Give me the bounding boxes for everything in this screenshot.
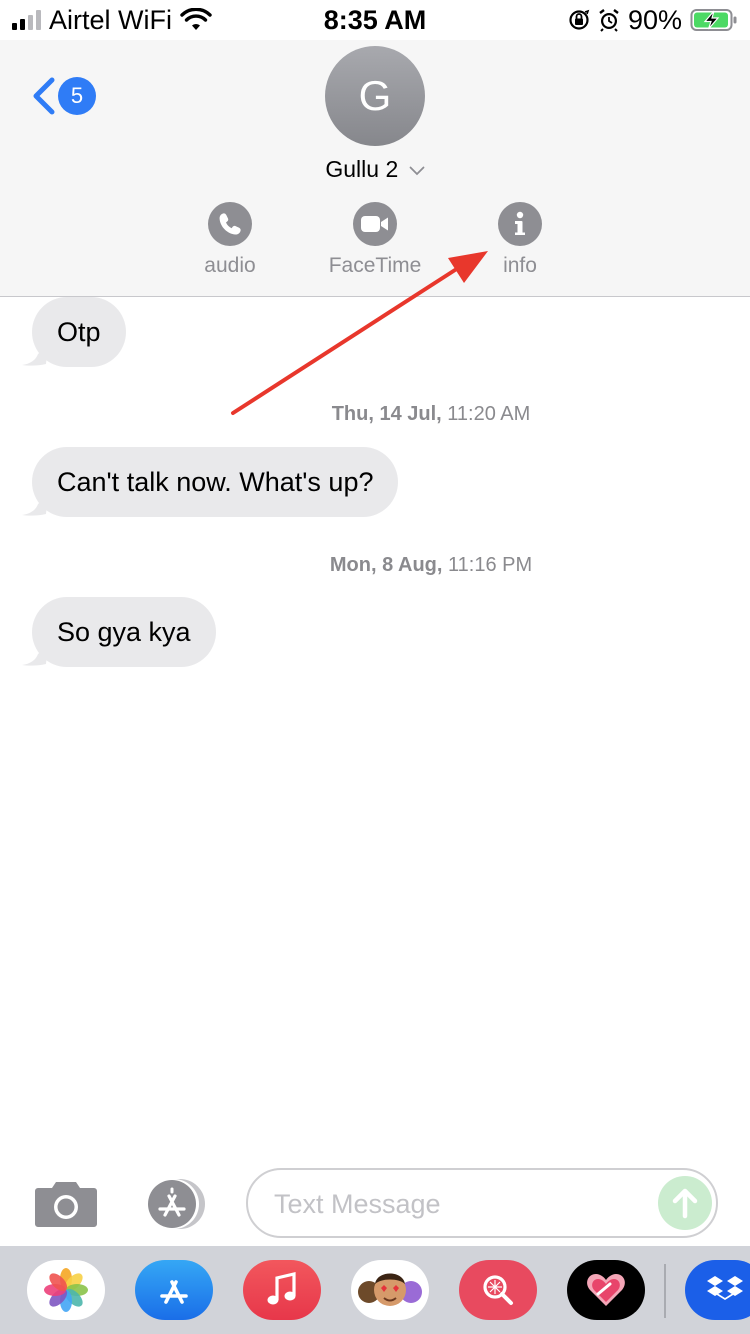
message-timestamp: Thu, 14 Jul, 11:20 AM — [0, 403, 750, 426]
message-bubble[interactable]: Can't talk now. What's up? — [32, 447, 399, 517]
audio-label: audio — [204, 254, 256, 277]
imessage-app-drawer — [0, 1246, 750, 1334]
battery-percentage: 90% — [627, 4, 682, 35]
timestamp-time: 11:16 PM — [448, 554, 533, 576]
audio-call-button[interactable]: audio — [175, 202, 285, 278]
message-text: So gya kya — [57, 616, 191, 647]
message-bubble[interactable]: Otp — [32, 297, 126, 367]
heart-sticker-app-icon[interactable] — [567, 1260, 645, 1320]
message-text: Otp — [57, 316, 101, 347]
message-bubble[interactable]: So gya kya — [32, 597, 216, 667]
app-store-app-icon[interactable] — [135, 1260, 213, 1320]
app-store-icon[interactable] — [140, 1178, 212, 1230]
info-icon — [515, 211, 525, 235]
back-button[interactable]: 5 — [30, 76, 96, 116]
phone-icon — [219, 213, 241, 235]
avatar-initial: G — [358, 72, 392, 119]
chevron-left-icon — [33, 77, 55, 115]
drawer-divider — [664, 1264, 666, 1318]
contact-name-button[interactable]: Gullu 2 — [0, 156, 750, 183]
alarm-icon — [599, 9, 619, 32]
facetime-button[interactable]: FaceTime — [320, 202, 430, 278]
music-app-icon[interactable] — [243, 1260, 321, 1320]
message-input-field[interactable] — [246, 1168, 718, 1238]
conversation-header: 5 G Gullu 2 audio FaceTime info — [0, 40, 750, 297]
timestamp-day: Mon, 8 Aug, — [329, 554, 443, 576]
message-text: Can't talk now. What's up? — [57, 466, 374, 497]
message-timestamp: Mon, 8 Aug, 11:16 PM — [0, 554, 750, 577]
info-button[interactable]: info — [465, 202, 575, 278]
camera-icon[interactable] — [34, 1180, 98, 1228]
facetime-label: FaceTime — [328, 254, 422, 277]
memoji-app-icon[interactable] — [351, 1260, 429, 1320]
contact-name: Gullu 2 — [325, 156, 399, 182]
timestamp-day: Thu, 14 Jul, — [331, 403, 442, 425]
unread-count-badge: 5 — [58, 77, 96, 115]
timestamp-time: 11:20 AM — [447, 403, 531, 425]
info-label: info — [503, 254, 537, 277]
send-button[interactable] — [658, 1176, 712, 1230]
send-arrow-icon — [672, 1188, 698, 1219]
battery-charging-icon — [690, 9, 737, 31]
status-bar: Airtel WiFi 8:35 AM 90% — [0, 0, 750, 40]
search-images-app-icon[interactable] — [459, 1260, 537, 1320]
video-camera-icon — [361, 216, 388, 232]
orientation-lock-icon — [569, 9, 590, 30]
photos-app-icon[interactable] — [27, 1260, 105, 1320]
message-input[interactable] — [274, 1182, 644, 1226]
contact-avatar[interactable]: G — [325, 46, 425, 146]
chevron-down-icon — [409, 166, 425, 176]
dropbox-app-icon[interactable] — [685, 1260, 750, 1320]
composer-bar — [0, 1158, 750, 1246]
